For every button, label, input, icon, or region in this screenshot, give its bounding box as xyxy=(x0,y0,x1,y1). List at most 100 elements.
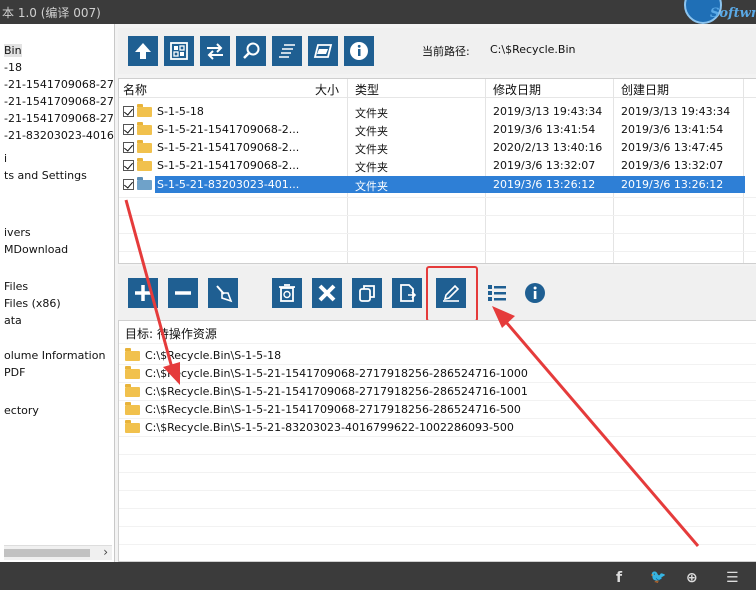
cell-modified: 2019/3/6 13:41:54 xyxy=(493,123,596,136)
select-all-button[interactable] xyxy=(164,36,194,66)
cell-type: 文件夹 xyxy=(355,180,388,193)
file-list-header: 名称 大小 类型 修改日期 创建日期 xyxy=(119,79,756,98)
list-view-button[interactable] xyxy=(272,36,302,66)
move-icon xyxy=(400,284,417,302)
search-icon xyxy=(243,42,260,59)
scrollbar-thumb[interactable] xyxy=(4,549,90,557)
row-divider xyxy=(119,400,756,401)
table-row[interactable]: S-1-5-21-1541709068-2... 文件夹 2019/3/6 13… xyxy=(119,157,756,174)
column-size[interactable]: 大小 xyxy=(315,81,339,98)
tree-item[interactable]: ivers xyxy=(4,226,31,239)
folder-icon xyxy=(125,366,140,379)
logo-text: Softwn xyxy=(710,6,756,21)
window-icon xyxy=(313,44,333,58)
target-path: C:\$Recycle.Bin\S-1-5-21-83203023-401679… xyxy=(145,421,514,434)
current-path-label: 当前路径: xyxy=(422,45,470,58)
row-divider xyxy=(119,251,756,252)
row-divider xyxy=(119,544,756,545)
move-button[interactable] xyxy=(392,278,422,308)
file-list[interactable]: 名称 大小 类型 修改日期 创建日期 S-1-5-18 文件夹 2019/3/1… xyxy=(118,78,756,264)
tree-item[interactable]: -21-1541709068-2717 xyxy=(4,78,114,91)
cell-modified: 2019/3/6 13:32:07 xyxy=(493,159,596,172)
list-button[interactable] xyxy=(482,278,512,308)
twitter-icon[interactable]: 🐦 xyxy=(650,570,666,585)
tree-item[interactable]: ata xyxy=(4,314,22,327)
target-list[interactable]: 目标: 待操作资源 C:\$Recycle.Bin\S-1-5-18 C:\$R… xyxy=(118,320,756,562)
app-logo: Softwn xyxy=(680,0,756,24)
tree-item[interactable]: ts and Settings xyxy=(4,169,87,182)
cell-modified: 2019/3/13 19:43:34 xyxy=(493,105,603,118)
grid-icon xyxy=(170,42,188,60)
globe-icon[interactable]: ⊕ xyxy=(686,570,698,586)
trash-icon xyxy=(279,284,295,302)
table-row[interactable]: S-1-5-18 文件夹 2019/3/13 19:43:34 2019/3/1… xyxy=(119,103,756,120)
target-path: C:\$Recycle.Bin\S-1-5-18 xyxy=(145,349,282,362)
row-divider xyxy=(119,215,756,216)
cell-created: 2019/3/6 13:26:12 xyxy=(621,178,724,191)
row-divider xyxy=(119,436,756,437)
tree-horizontal-scrollbar[interactable]: › xyxy=(4,545,112,560)
folder-icon xyxy=(137,140,152,153)
row-checkbox[interactable] xyxy=(123,106,134,117)
column-modified[interactable]: 修改日期 xyxy=(493,81,541,98)
cell-type: 文件夹 xyxy=(355,161,388,174)
tree-item[interactable]: MDownload xyxy=(4,243,68,256)
row-checkbox[interactable] xyxy=(123,160,134,171)
tree-item[interactable]: -21-1541709068-2717 xyxy=(4,112,114,125)
row-divider xyxy=(119,490,756,491)
row-divider xyxy=(119,233,756,234)
cell-type: 文件夹 xyxy=(355,107,388,120)
tree-item[interactable]: -21-83203023-401679 xyxy=(4,129,114,142)
cell-name: S-1-5-18 xyxy=(157,105,204,118)
clear-button[interactable] xyxy=(208,278,238,308)
row-divider xyxy=(119,454,756,455)
minus-icon xyxy=(175,291,191,295)
cell-created: 2019/3/6 13:47:45 xyxy=(621,141,724,154)
cell-modified: 2020/2/13 13:40:16 xyxy=(493,141,603,154)
table-row[interactable]: S-1-5-21-1541709068-2... 文件夹 2020/2/13 1… xyxy=(119,139,756,156)
tree-item[interactable]: Files (x86) xyxy=(4,297,61,310)
add-button[interactable] xyxy=(128,278,158,308)
tree-item[interactable]: i xyxy=(4,152,7,165)
tree-item[interactable]: -18 xyxy=(4,61,22,74)
cell-modified: 2019/3/6 13:26:12 xyxy=(493,178,596,191)
tree-item[interactable]: PDF xyxy=(4,366,25,379)
column-created[interactable]: 创建日期 xyxy=(621,81,669,98)
folder-icon xyxy=(125,420,140,433)
delete-button[interactable] xyxy=(312,278,342,308)
swap-button[interactable] xyxy=(200,36,230,66)
target-path: C:\$Recycle.Bin\S-1-5-21-1541709068-2717… xyxy=(145,385,528,398)
target-path: C:\$Recycle.Bin\S-1-5-21-1541709068-2717… xyxy=(145,367,528,380)
row-checkbox[interactable] xyxy=(123,179,134,190)
remove-button[interactable] xyxy=(168,278,198,308)
table-row-selected[interactable]: S-1-5-21-83203023-401... 文件夹 2019/3/6 13… xyxy=(119,176,756,193)
row-divider xyxy=(119,526,756,527)
column-name[interactable]: 名称 xyxy=(123,81,147,98)
row-divider xyxy=(119,508,756,509)
copy-icon xyxy=(359,285,375,302)
folder-tree[interactable]: Bin -18 -21-1541709068-2717 -21-15417090… xyxy=(0,24,115,562)
tree-item[interactable]: olume Information xyxy=(4,349,105,362)
folder-icon xyxy=(137,104,152,117)
detail-info-button[interactable] xyxy=(520,278,550,308)
folder-icon xyxy=(137,177,152,190)
row-checkbox[interactable] xyxy=(123,142,134,153)
search-button[interactable] xyxy=(236,36,266,66)
scroll-right-icon[interactable]: › xyxy=(103,545,108,559)
tree-item[interactable]: ectory xyxy=(4,404,39,417)
column-type[interactable]: 类型 xyxy=(355,81,379,98)
tree-item[interactable]: Files xyxy=(4,280,28,293)
up-button[interactable] xyxy=(128,36,158,66)
facebook-icon[interactable]: f xyxy=(616,570,622,586)
info-button[interactable] xyxy=(344,36,374,66)
tree-item[interactable]: Bin xyxy=(4,44,22,57)
copy-button[interactable] xyxy=(352,278,382,308)
window-button[interactable] xyxy=(308,36,338,66)
recycle-button[interactable] xyxy=(272,278,302,308)
row-checkbox[interactable] xyxy=(123,124,134,135)
folder-icon xyxy=(137,158,152,171)
menu-icon[interactable]: ☰ xyxy=(726,570,739,586)
table-row[interactable]: S-1-5-21-1541709068-2... 文件夹 2019/3/6 13… xyxy=(119,121,756,138)
tree-item[interactable]: -21-1541709068-2717 xyxy=(4,95,114,108)
info-icon xyxy=(350,42,368,60)
